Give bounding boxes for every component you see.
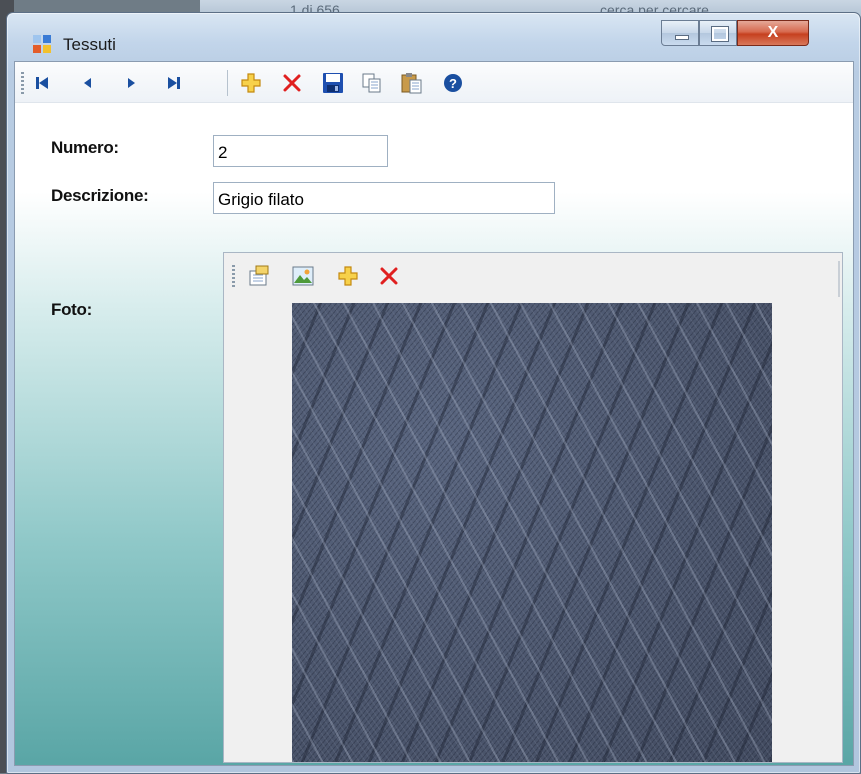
numero-label: Numero: <box>51 138 119 157</box>
add-new-button[interactable] <box>238 70 264 96</box>
photo-toolbar <box>224 253 842 299</box>
move-last-icon <box>168 77 180 89</box>
paste-icon <box>401 73 422 94</box>
photo-panel <box>223 252 843 763</box>
add-image-button[interactable] <box>335 263 361 289</box>
foto-label: Foto: <box>51 300 92 319</box>
descrizione-field[interactable] <box>213 182 555 214</box>
copy-icon <box>362 73 381 93</box>
minimize-button[interactable] <box>661 20 699 46</box>
move-previous-icon <box>84 78 91 88</box>
panel-scroll-edge <box>838 261 840 297</box>
move-previous-button[interactable] <box>75 70 101 96</box>
load-image-button[interactable] <box>290 263 316 289</box>
maximize-icon <box>711 26 729 42</box>
window-title: Tessuti <box>63 35 116 54</box>
move-next-icon <box>128 78 135 88</box>
maximize-button[interactable] <box>699 20 737 46</box>
remove-image-button[interactable] <box>376 263 402 289</box>
form-app-icon <box>33 35 53 55</box>
save-button[interactable] <box>320 70 346 96</box>
minimize-icon <box>675 35 689 40</box>
add-icon <box>241 73 261 93</box>
delete-icon <box>380 267 398 285</box>
delete-icon <box>283 74 301 92</box>
close-icon: X <box>767 24 779 41</box>
close-button[interactable]: X <box>737 20 809 46</box>
properties-icon <box>249 265 269 286</box>
move-next-button[interactable] <box>118 70 144 96</box>
add-icon <box>338 266 358 286</box>
copy-button[interactable] <box>359 70 385 96</box>
properties-button[interactable] <box>246 263 272 289</box>
delete-button[interactable] <box>279 70 305 96</box>
save-icon <box>323 73 343 93</box>
help-icon: ? <box>444 74 462 92</box>
image-icon <box>292 266 314 286</box>
tessuti-window: Tessuti X ? Numero: 2 Descrizione: Grigi… <box>6 12 861 774</box>
binding-navigator: ? <box>15 62 853 103</box>
help-button[interactable]: ? <box>440 70 466 96</box>
move-first-button[interactable] <box>29 70 55 96</box>
descrizione-label: Descrizione: <box>51 186 149 205</box>
numero-field[interactable] <box>213 135 388 167</box>
paste-button[interactable] <box>399 70 425 96</box>
photo-toolbar-grip[interactable] <box>232 265 235 287</box>
toolbar-grip[interactable] <box>21 72 24 94</box>
toolbar-separator <box>227 70 228 96</box>
move-last-button[interactable] <box>161 70 187 96</box>
client-area: ? Numero: Descrizione: Foto: <box>14 61 854 766</box>
title-bar[interactable]: Tessuti X <box>7 13 860 61</box>
fabric-photo[interactable] <box>292 303 772 762</box>
svg-text:?: ? <box>449 76 457 91</box>
move-first-icon <box>36 77 48 89</box>
